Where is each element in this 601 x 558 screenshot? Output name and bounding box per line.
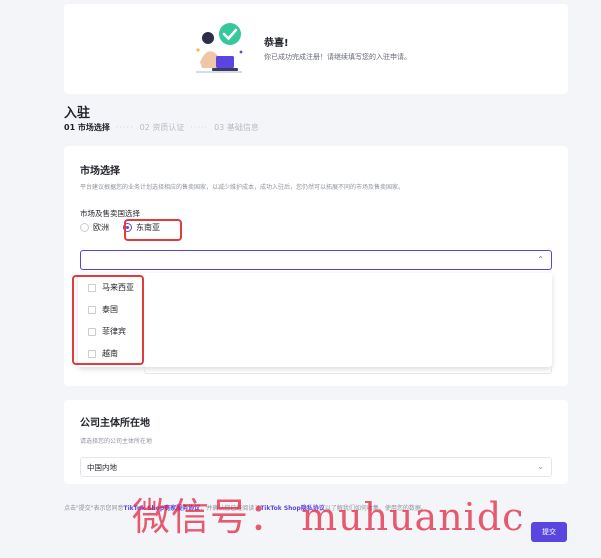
banner-title: 恭喜! bbox=[264, 38, 289, 49]
company-section-description: 请选择您的公司主体所在地 bbox=[80, 438, 153, 445]
success-banner bbox=[64, 4, 568, 94]
radio-highlight-annotation bbox=[124, 219, 182, 241]
company-location-value: 中国内地 bbox=[87, 463, 117, 472]
country-multiselect[interactable]: ⌃ bbox=[80, 250, 552, 270]
stepper: 01 市场选择 ····· 02 资质认证 ····· 03 基础信息 bbox=[64, 122, 259, 133]
watermark-text: 微信号： muhuanidc bbox=[132, 495, 525, 539]
country-dropdown: 马来西亚 泰国 菲律宾 越南 bbox=[78, 273, 552, 367]
success-illustration-icon bbox=[196, 23, 243, 73]
market-field-label: 市场及售卖国选择 bbox=[80, 209, 140, 218]
page-title: 入驻 bbox=[64, 106, 91, 121]
obscured-input bbox=[144, 366, 552, 374]
banner-subtitle: 你已成功完成注册！请继续填写您的入驻申请。 bbox=[264, 53, 411, 61]
company-section-title: 公司主体所在地 bbox=[80, 418, 150, 429]
step-basic-info: 03 基础信息 bbox=[214, 123, 259, 132]
step-market-selection: 01 市场选择 bbox=[64, 123, 110, 132]
step-qualification: 02 资质认证 bbox=[139, 123, 185, 132]
chevron-down-icon[interactable]: ⌄ bbox=[537, 462, 544, 471]
agreement-prefix: 点击"提交"表示您同意 bbox=[64, 505, 124, 512]
market-section-title: 市场选择 bbox=[80, 166, 120, 177]
radio-europe[interactable]: 欧洲 bbox=[80, 222, 109, 233]
radio-europe-label: 欧洲 bbox=[93, 223, 109, 232]
options-highlight-annotation bbox=[72, 275, 144, 365]
step-divider: ····· bbox=[190, 123, 209, 132]
chevron-up-icon[interactable]: ⌃ bbox=[537, 255, 544, 264]
company-location-select[interactable]: 中国内地 ⌄ bbox=[80, 457, 552, 477]
step-divider: ····· bbox=[115, 123, 134, 132]
market-section-description: 平台建议根据您的业务计划选择相应的售卖国家，以减少维护成本，成功入驻后，您仍然可… bbox=[80, 184, 405, 191]
submit-button[interactable]: 提交 bbox=[531, 522, 567, 542]
radio-circle-icon[interactable] bbox=[80, 223, 89, 232]
